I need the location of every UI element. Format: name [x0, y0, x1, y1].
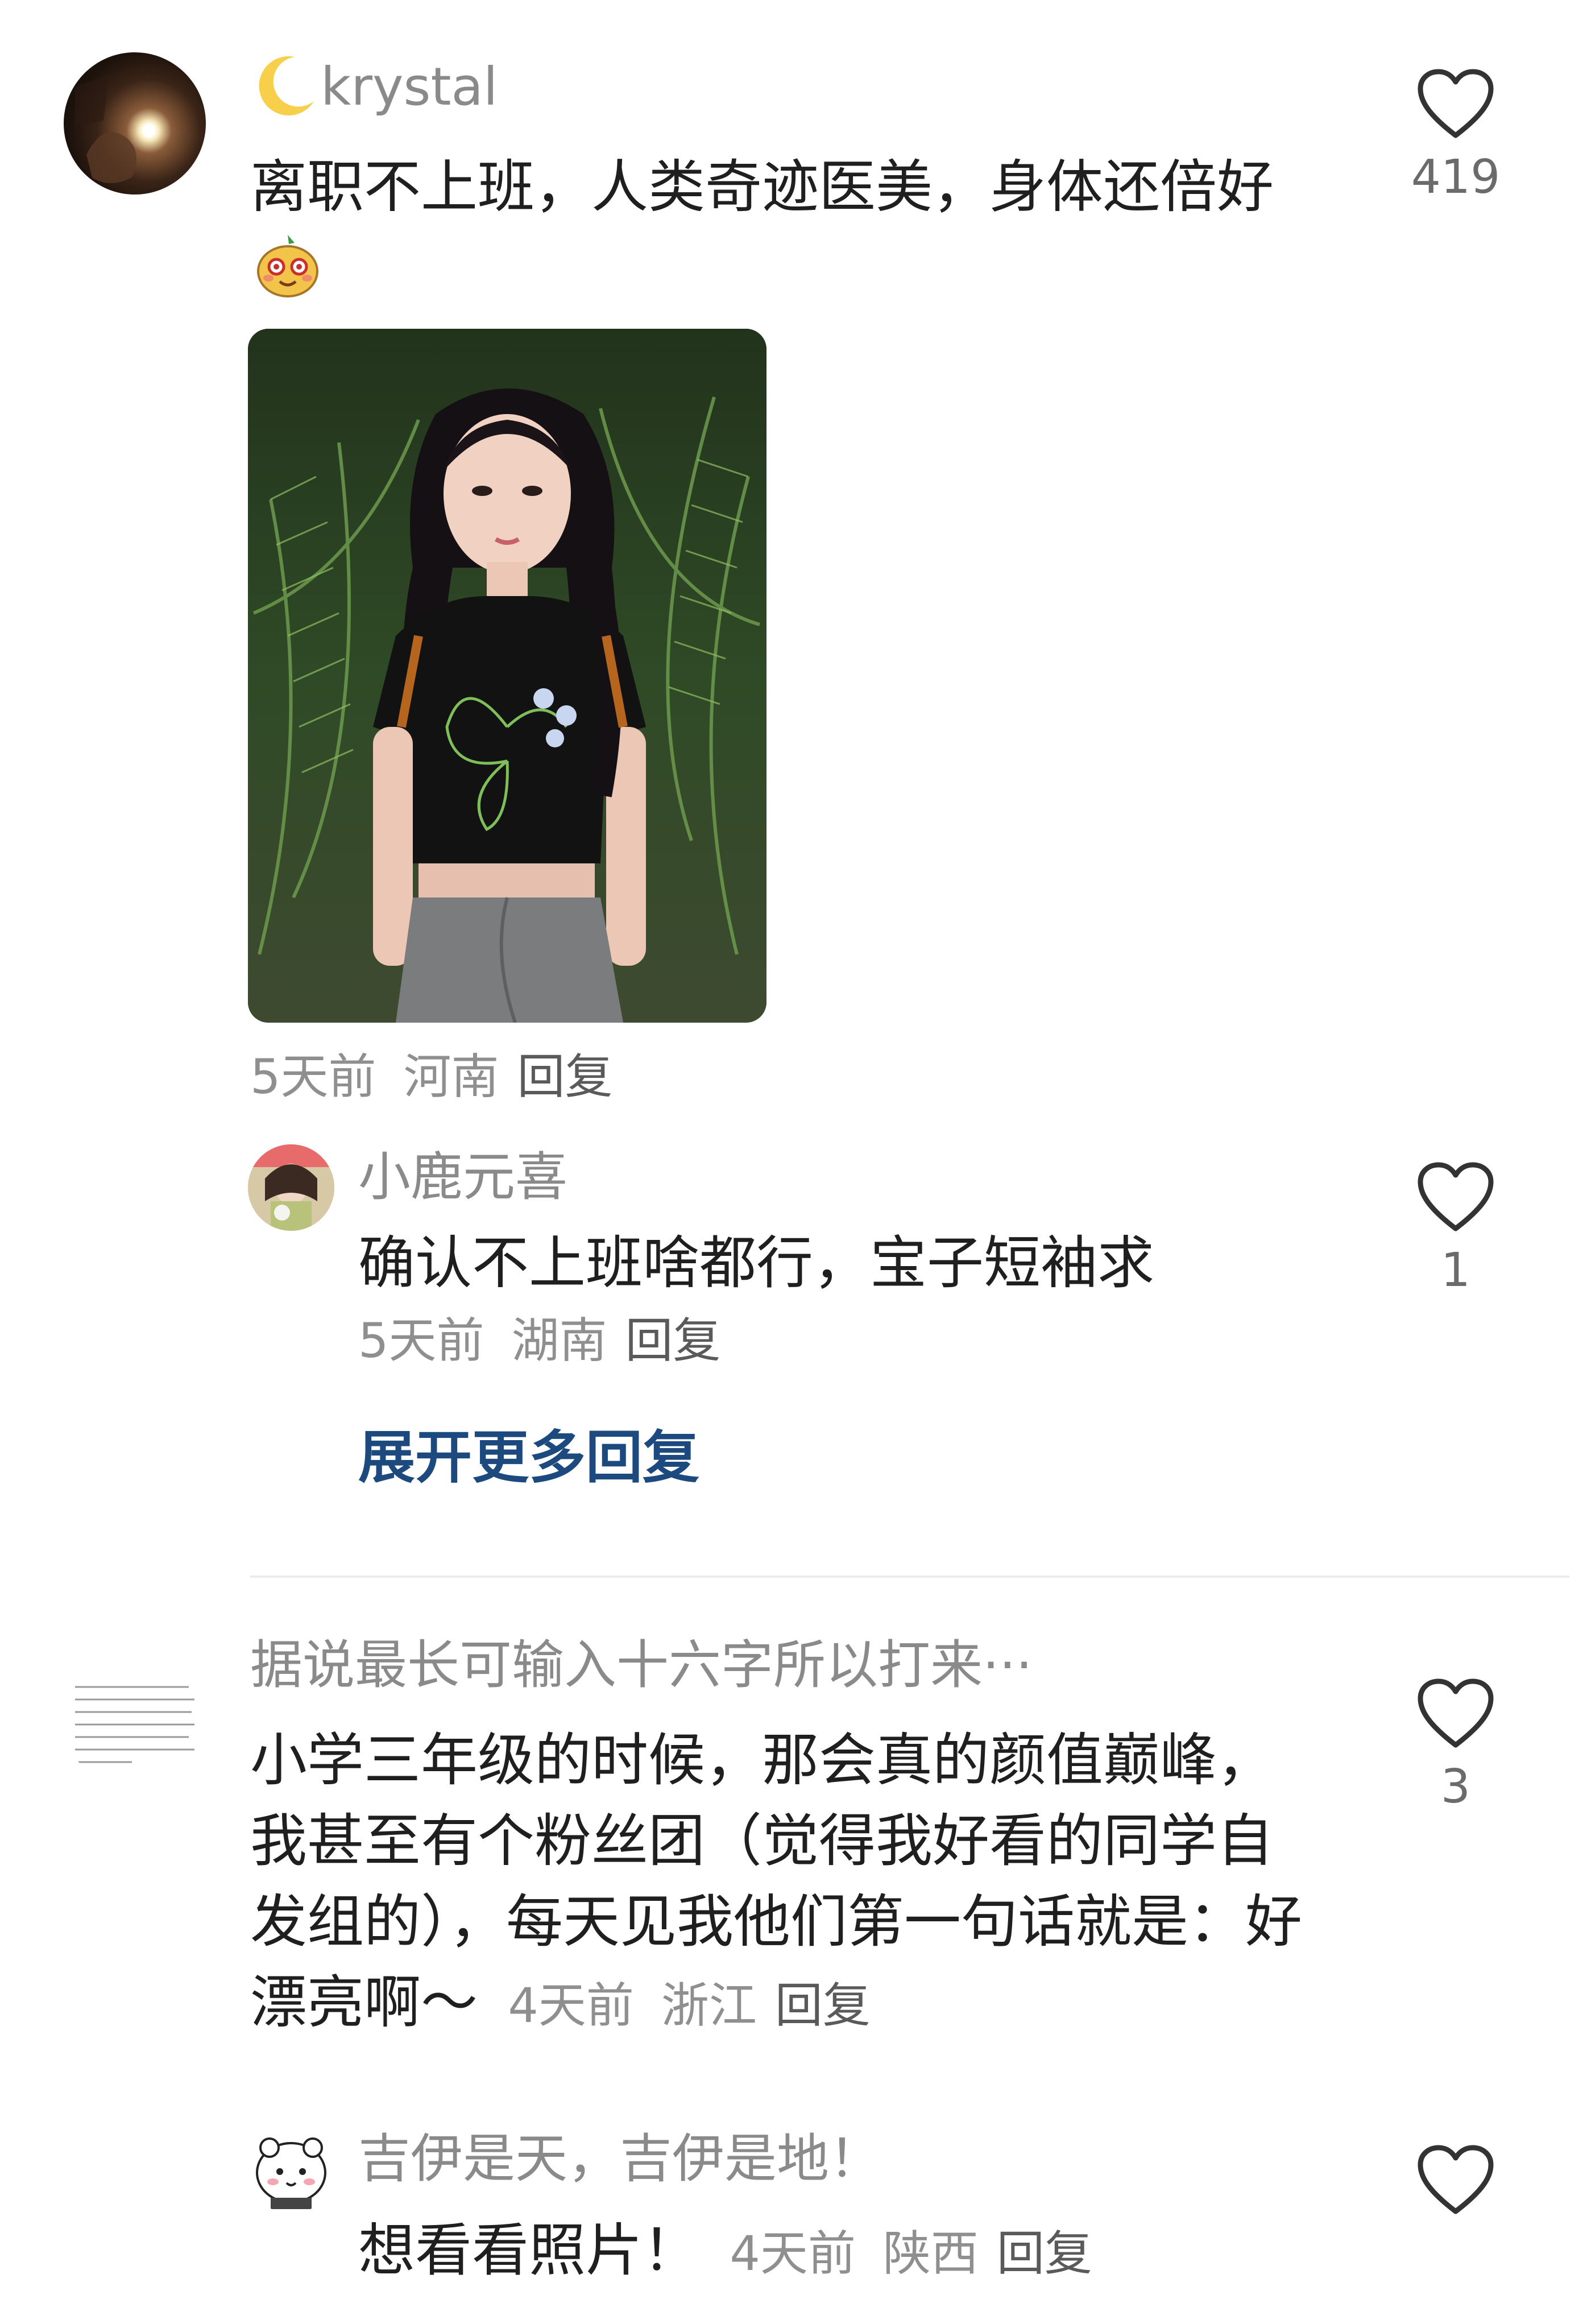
- comment-text-block[interactable]: 小学三年级的时候，那会真的颜值巅峰，我甚至有个粉丝团（觉得我好看的同学自发组的）…: [250, 1720, 1319, 2046]
- comment-text: 离职不上班，人类奇迹医美，身体还倍好: [250, 154, 1274, 220]
- heart-icon: [1418, 1678, 1494, 1748]
- like-button[interactable]: 419: [1410, 68, 1501, 206]
- like-button[interactable]: 1: [1410, 1161, 1501, 1299]
- comment-username-row[interactable]: krystal: [250, 52, 498, 121]
- comment-time: 5天前: [250, 1049, 376, 1105]
- avatar[interactable]: [64, 1647, 206, 1789]
- comment-meta: 5天前 河南 回复: [250, 1045, 612, 1108]
- like-count: 3: [1440, 1760, 1471, 1814]
- photo-of-girl: [248, 329, 766, 1023]
- reply-time: 4天前: [730, 2226, 856, 2281]
- avatar-photo: [256, 2137, 326, 2209]
- heart-icon: [1418, 1162, 1494, 1231]
- divider: [250, 1575, 1569, 1578]
- reply-username[interactable]: 吉伊是天，吉伊是地！: [358, 2125, 881, 2193]
- expand-more-replies-link[interactable]: 展开更多回复: [358, 1421, 699, 1495]
- avatar-photo: [75, 75, 136, 183]
- comment-username: krystal: [321, 56, 498, 117]
- avatar-photo: [248, 1144, 334, 1231]
- reply-button[interactable]: 回复: [775, 1978, 871, 2033]
- avatar-photo: [64, 1647, 206, 1789]
- reply-text: 想看看照片！: [358, 2217, 699, 2284]
- heart-icon: [1418, 69, 1494, 138]
- comment-image[interactable]: [248, 329, 766, 1023]
- comment-location: 河南: [403, 1049, 499, 1105]
- comment-text-block[interactable]: 离职不上班，人类奇迹医美，身体还倍好: [250, 147, 1319, 308]
- sticker-emoji-icon: [254, 231, 322, 300]
- avatar[interactable]: [64, 52, 206, 195]
- avatar[interactable]: [248, 2127, 334, 2214]
- reply-location: 陕西: [882, 2226, 979, 2281]
- like-button[interactable]: [1410, 2144, 1501, 2218]
- reply-button[interactable]: 回复: [997, 2226, 1092, 2281]
- crescent-moon-icon: [250, 52, 318, 121]
- like-count: 1: [1440, 1243, 1471, 1297]
- reply-text[interactable]: 确认不上班啥都行，宝子短袖求: [358, 1226, 1359, 1300]
- reply-meta: 5天前 湖南 回复: [358, 1309, 720, 1372]
- like-count: 419: [1411, 150, 1501, 204]
- comment-location: 浙江: [661, 1978, 757, 2033]
- avatar[interactable]: [248, 1144, 334, 1231]
- like-button[interactable]: 3: [1410, 1678, 1501, 1816]
- comment-username[interactable]: 据说最长可输入十六字所以打来···: [250, 1631, 1033, 1699]
- reply-time: 5天前: [358, 1313, 484, 1368]
- comment-time: 4天前: [508, 1978, 634, 2033]
- reply-button[interactable]: 回复: [625, 1313, 720, 1368]
- reply-button[interactable]: 回复: [517, 1049, 612, 1105]
- reply-location: 湖南: [511, 1313, 607, 1368]
- reply-text-block[interactable]: 想看看照片！ 4天前 陕西 回复: [358, 2214, 1092, 2290]
- reply-username[interactable]: 小鹿元喜: [358, 1143, 567, 1211]
- heart-icon: [1418, 2145, 1494, 2214]
